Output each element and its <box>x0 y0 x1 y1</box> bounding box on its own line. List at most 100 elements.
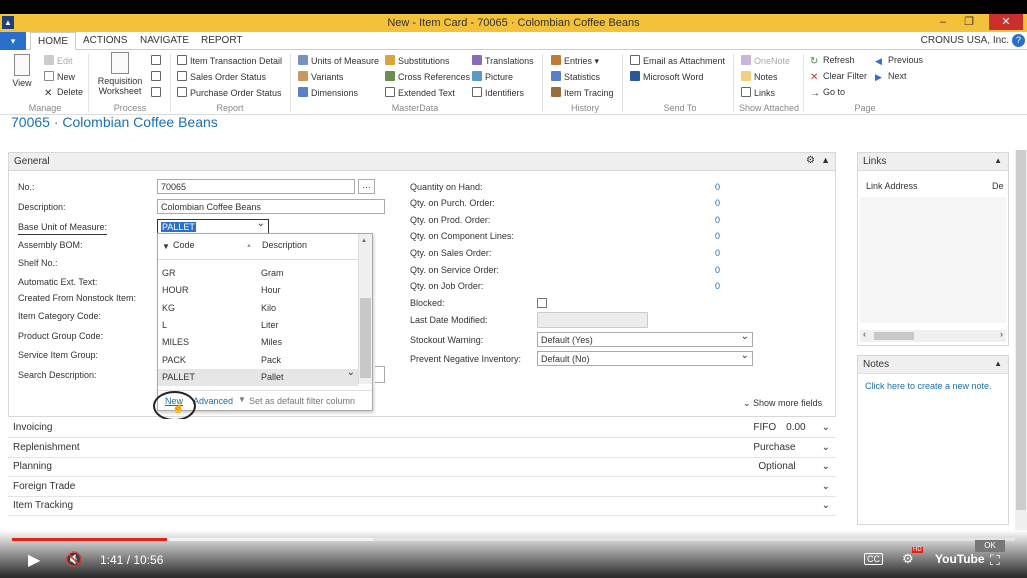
go-to-button[interactable]: → Go to <box>810 87 845 99</box>
report-purchase-order-status[interactable]: Purchase Order Status <box>177 87 282 98</box>
identifiers-button[interactable]: Identifiers <box>472 87 524 98</box>
units-of-measure-button[interactable]: Units of Measure <box>298 55 379 66</box>
search-description-input[interactable] <box>375 366 385 383</box>
fasttab-replenishment[interactable]: Replenishment Purchase ⌄ <box>8 438 836 458</box>
create-note-link[interactable]: Click here to create a new note. <box>865 381 992 391</box>
next-button[interactable]: ▶ Next <box>875 71 907 82</box>
tab-actions[interactable]: ACTIONS <box>83 35 127 46</box>
video-progress-bar[interactable] <box>12 538 1015 541</box>
play-icon[interactable]: ▶ <box>28 550 40 570</box>
fasttab-foreign-trade[interactable]: Foreign Trade ⌄ <box>8 477 836 497</box>
qty-component-lines-value[interactable]: 0 <box>690 231 720 241</box>
scroll-right-icon[interactable]: › <box>1000 329 1003 339</box>
links-scroll-thumb[interactable] <box>874 332 914 340</box>
chevron-down-icon[interactable]: ⌄ <box>822 500 830 511</box>
report-item-transaction-detail[interactable]: Item Transaction Detail <box>177 55 282 66</box>
blocked-checkbox[interactable] <box>537 298 547 308</box>
youtube-logo[interactable]: YouTube <box>935 552 985 566</box>
scroll-up-icon[interactable]: ▲ <box>361 238 367 244</box>
mute-icon[interactable]: 🔇 <box>65 551 82 568</box>
cross-references-button[interactable]: Cross References <box>385 71 470 82</box>
links-header[interactable]: Links ▲ <box>858 153 1008 171</box>
chevron-up-icon[interactable]: ▲ <box>994 156 1002 165</box>
extended-text-button[interactable]: Extended Text <box>385 87 455 98</box>
edit-button[interactable]: Edit <box>44 55 73 66</box>
process-icon-3[interactable] <box>151 87 164 98</box>
fasttab-invoicing[interactable]: Invoicing FIFO 0.00 ⌄ <box>8 419 836 438</box>
base-uom-select[interactable]: PALLET <box>157 218 269 234</box>
gear-icon[interactable]: ⚙ <box>806 155 815 166</box>
chevron-down-icon[interactable]: ⌄ <box>822 461 830 472</box>
picture-button[interactable]: Picture <box>472 71 513 82</box>
description-input[interactable]: Colombian Coffee Beans <box>157 199 385 214</box>
set-default-filter-link[interactable]: Set as default filter column <box>249 396 355 406</box>
settings-gear-icon[interactable]: ⚙ <box>902 551 914 567</box>
uom-option-row[interactable]: GR Gram <box>158 265 358 282</box>
qty-job-order-value[interactable]: 0 <box>690 281 720 291</box>
show-more-fields-link[interactable]: ⌄ Show more fields <box>743 398 822 409</box>
qty-on-hand-value[interactable]: 0 <box>690 182 720 192</box>
qty-service-order-value[interactable]: 0 <box>690 265 720 275</box>
item-tracing-button[interactable]: Item Tracing <box>551 87 614 98</box>
chevron-down-icon[interactable]: ⌄ <box>822 422 830 433</box>
chevron-up-icon[interactable]: ▲ <box>994 359 1002 368</box>
clear-filter-button[interactable]: ✕ Clear Filter <box>810 71 867 83</box>
fasttab-planning[interactable]: Planning Optional ⌄ <box>8 458 836 478</box>
chevron-up-icon[interactable]: ▲ <box>821 155 830 165</box>
uom-option-row[interactable]: KG Kilo <box>158 300 358 317</box>
dropdown-scroll-thumb[interactable] <box>360 298 371 378</box>
variants-button[interactable]: Variants <box>298 71 343 82</box>
help-icon[interactable]: ? <box>1012 34 1025 47</box>
assist-edit-button[interactable]: … <box>358 179 375 194</box>
entries-button[interactable]: Entries ▾ <box>551 55 599 67</box>
captions-button[interactable]: CC <box>864 553 883 565</box>
close-button[interactable]: ✕ <box>989 14 1023 30</box>
col-description-header[interactable]: Description <box>262 240 307 250</box>
delete-button[interactable]: ✕ Delete <box>44 87 83 99</box>
substitutions-button[interactable]: Substitutions <box>385 55 450 66</box>
notes-button[interactable]: Notes <box>741 71 778 82</box>
restore-button[interactable]: ❐ <box>957 14 981 30</box>
onenote-button[interactable]: OneNote <box>741 55 790 66</box>
tab-home[interactable]: HOME <box>30 32 76 51</box>
previous-button[interactable]: ◀ Previous <box>875 55 923 66</box>
notes-header[interactable]: Notes ▲ <box>858 356 1008 374</box>
filter-icon[interactable]: ▼ <box>162 242 170 251</box>
chevron-down-icon[interactable]: ⌄ <box>822 481 830 492</box>
app-menu-button[interactable]: ▾ <box>0 32 26 50</box>
prevent-negative-select[interactable]: Default (No) <box>537 350 753 366</box>
col-code-header[interactable]: Code <box>173 240 195 250</box>
minimize-button[interactable]: – <box>931 14 955 30</box>
new-button[interactable]: New <box>44 71 75 82</box>
links-button[interactable]: Links <box>741 87 775 98</box>
tab-report[interactable]: REPORT <box>201 35 243 46</box>
uom-option-row[interactable]: PALLET Pallet <box>158 367 358 386</box>
stockout-warning-select[interactable]: Default (Yes) <box>537 331 753 347</box>
email-as-attachment-button[interactable]: Email as Attachment <box>630 55 725 66</box>
page-scrollbar[interactable] <box>1015 150 1027 530</box>
process-icon-2[interactable] <box>151 71 164 82</box>
scroll-left-icon[interactable]: ‹ <box>863 329 866 339</box>
fasttab-item-tracking[interactable]: Item Tracking ⌄ <box>8 497 836 517</box>
page-scroll-thumb[interactable] <box>1016 150 1026 510</box>
fullscreen-icon[interactable]: ⛶ <box>990 552 1000 569</box>
uom-option-row[interactable]: L Liter <box>158 317 358 334</box>
dimensions-button[interactable]: Dimensions <box>298 87 358 98</box>
advanced-link[interactable]: Advanced <box>193 396 233 406</box>
microsoft-word-button[interactable]: Microsoft Word <box>630 71 703 82</box>
process-icon-1[interactable] <box>151 55 164 66</box>
tab-navigate[interactable]: NAVIGATE <box>140 35 189 46</box>
dropdown-scrollbar[interactable]: ▲ <box>358 234 372 384</box>
company-name[interactable]: CRONUS USA, Inc. <box>921 35 1009 46</box>
uom-option-row[interactable]: PACK Pack <box>158 352 358 369</box>
qty-purch-order-value[interactable]: 0 <box>690 198 720 208</box>
no-input[interactable]: 70065 <box>157 179 355 194</box>
chevron-down-icon[interactable]: ⌄ <box>822 442 830 453</box>
general-header[interactable]: General ⚙ ▲ <box>9 153 835 171</box>
qty-prod-order-value[interactable]: 0 <box>690 215 720 225</box>
qty-sales-order-value[interactable]: 0 <box>690 248 720 258</box>
requisition-worksheet-button[interactable]: Requisition Worksheet <box>94 52 146 96</box>
view-button[interactable]: View <box>8 54 36 88</box>
statistics-button[interactable]: Statistics <box>551 71 600 82</box>
refresh-button[interactable]: ↻ Refresh <box>810 55 855 67</box>
